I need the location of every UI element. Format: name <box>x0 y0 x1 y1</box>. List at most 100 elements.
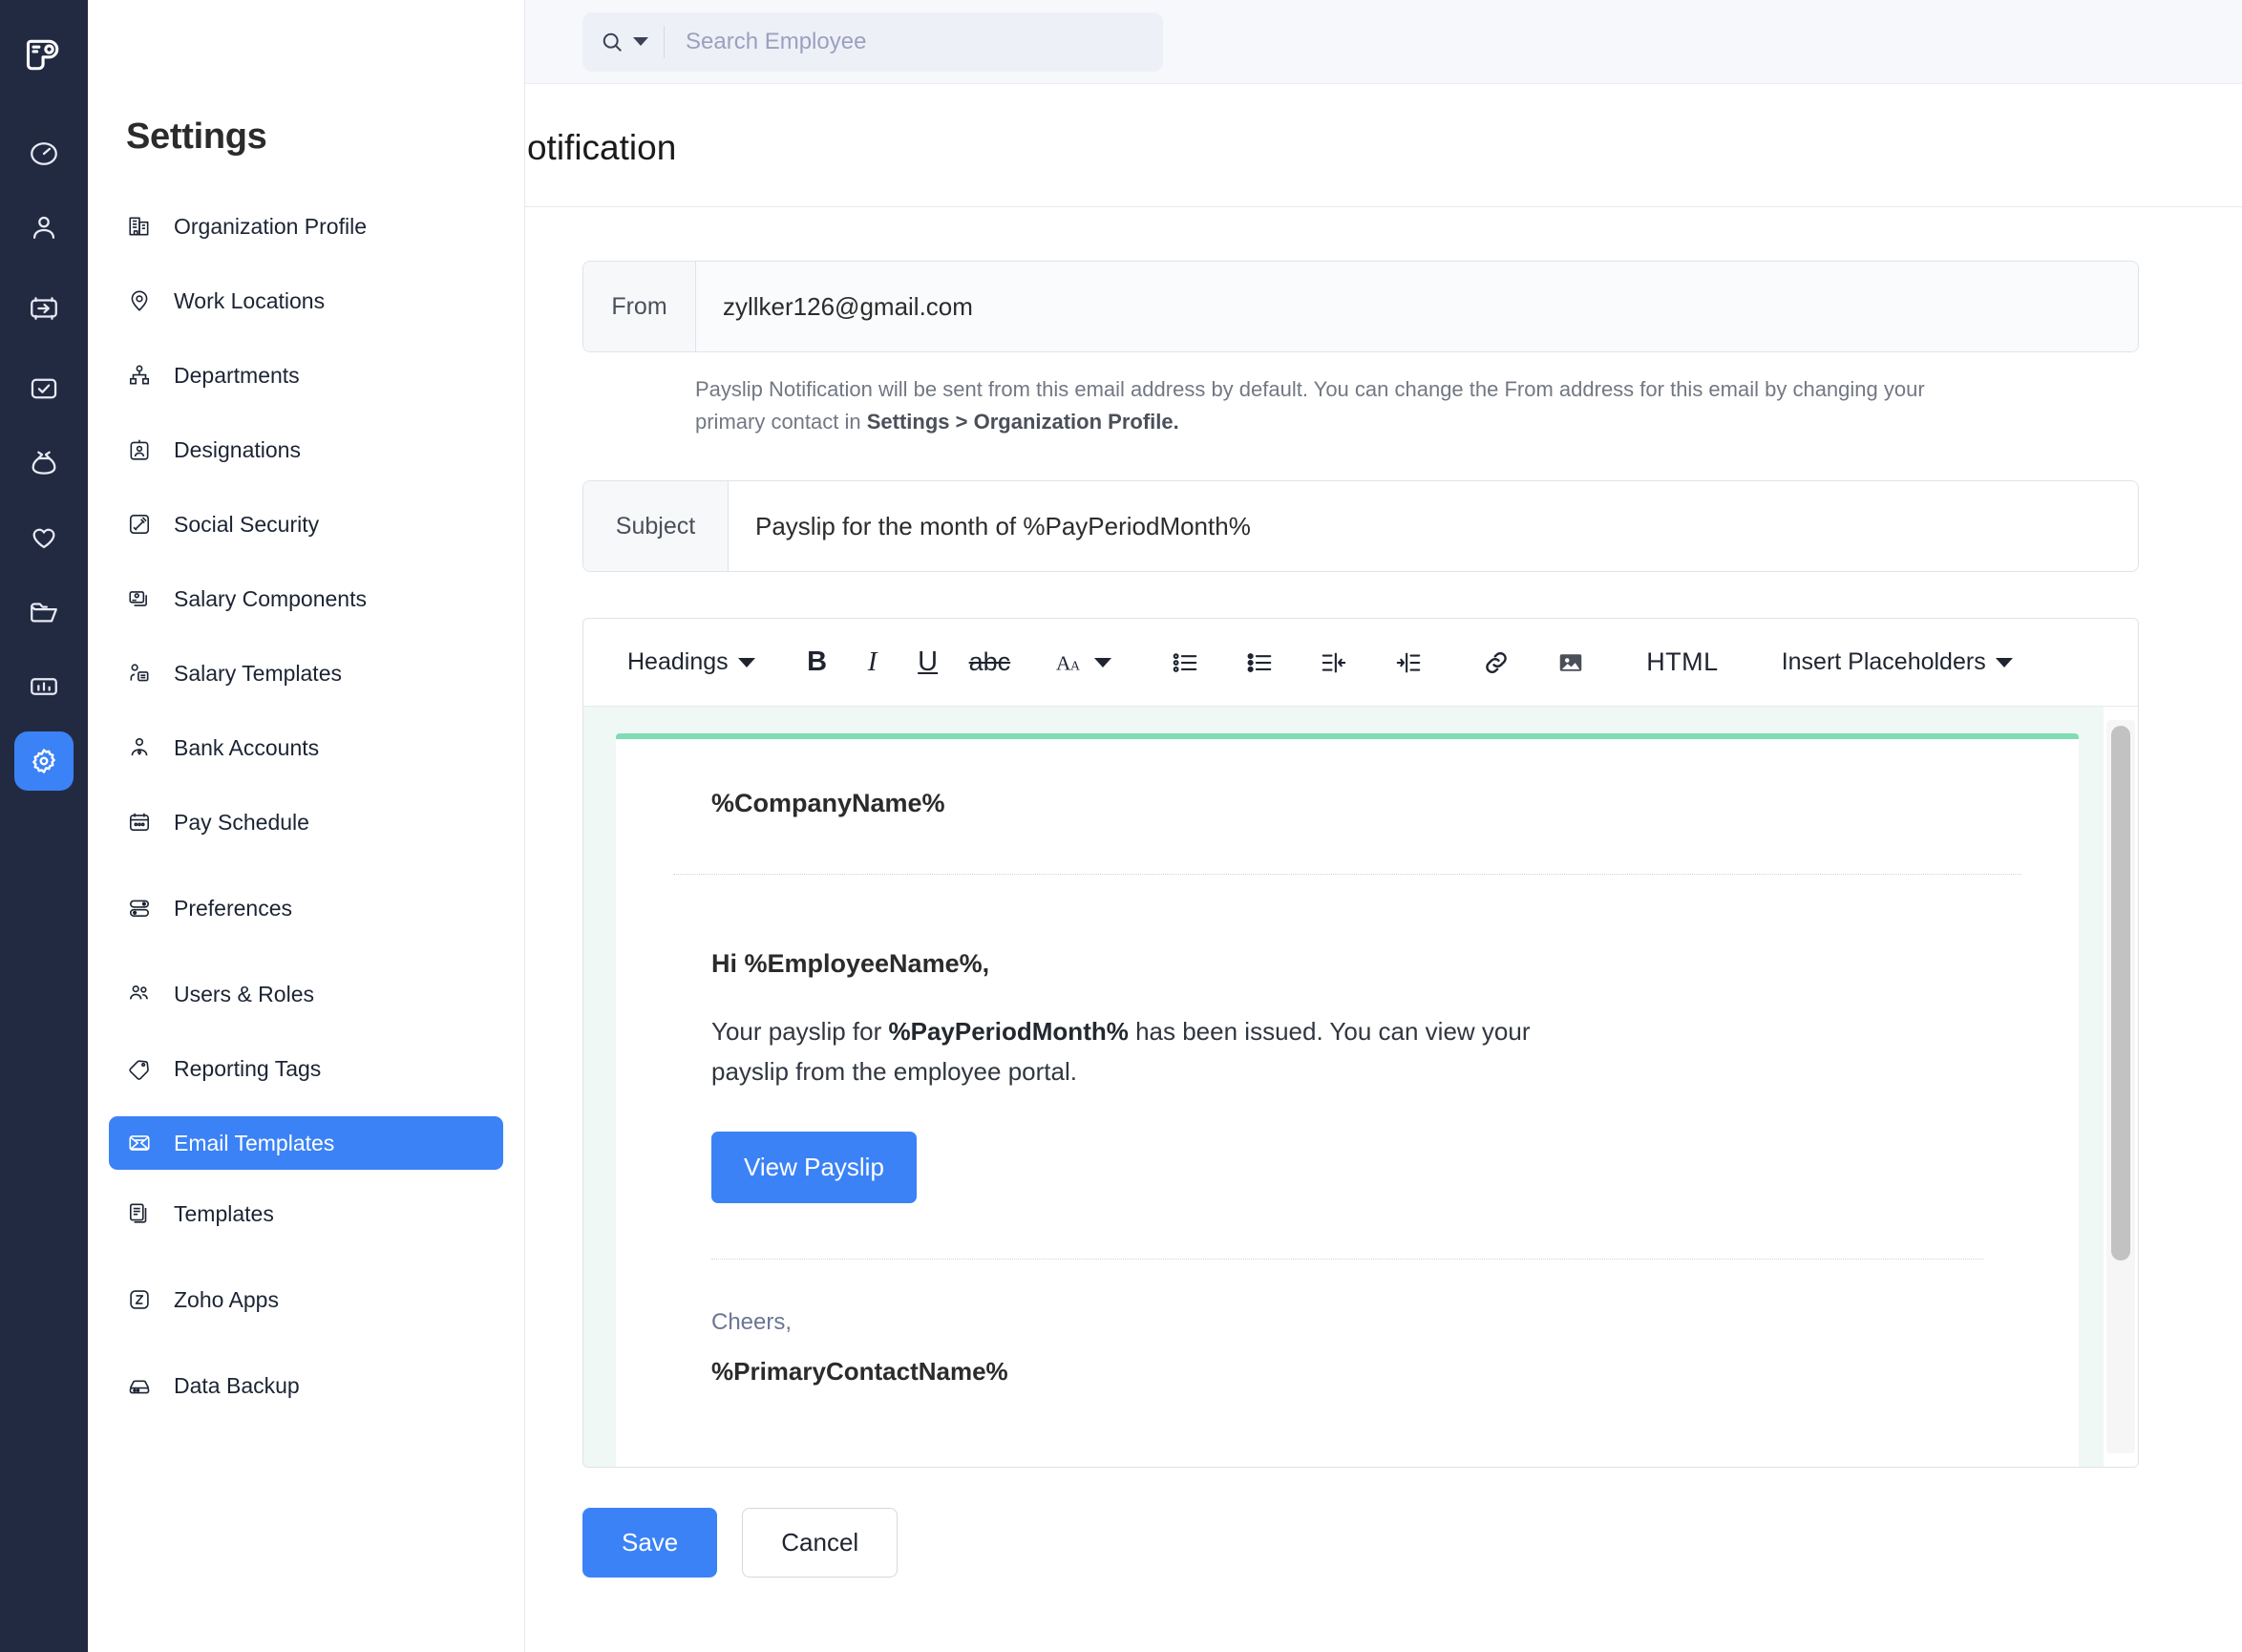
rail-item-employees[interactable] <box>14 199 74 258</box>
top-bar <box>525 0 2242 84</box>
benefits-heart-icon <box>28 521 60 554</box>
numbered-list-button[interactable] <box>1232 633 1287 692</box>
sidebar-item-label: Salary Templates <box>174 661 342 687</box>
chevron-down-icon <box>738 658 755 667</box>
sidebar-item-organization-profile[interactable]: Organization Profile <box>109 200 503 253</box>
subject-field-label: Subject <box>583 481 729 571</box>
html-source-button[interactable]: HTML <box>1631 633 1734 692</box>
pay-runs-arrow-box-icon <box>28 292 60 325</box>
sidebar-item-data-backup[interactable]: Data Backup <box>109 1359 503 1412</box>
insert-link-button[interactable] <box>1469 633 1524 692</box>
people-group-icon <box>126 981 153 1007</box>
sidebar-item-work-locations[interactable]: Work Locations <box>109 274 503 328</box>
sidebar-item-preferences[interactable]: Preferences <box>109 881 503 935</box>
subject-input[interactable] <box>729 481 2138 571</box>
scrollbar-thumb[interactable] <box>2111 726 2130 1260</box>
page-title: Edit template for Payslip Notification <box>525 128 676 168</box>
settings-sidebar: Settings Organization Profile Work Locat… <box>88 0 525 1652</box>
rail-item-benefits[interactable] <box>14 508 74 567</box>
sidebar-item-label: Social Security <box>174 512 319 538</box>
cancel-button[interactable]: Cancel <box>742 1508 898 1578</box>
headings-dropdown[interactable]: Headings <box>612 633 771 692</box>
sidebar-item-label: Templates <box>174 1201 274 1227</box>
building-icon <box>126 213 153 240</box>
employees-person-icon <box>28 212 60 244</box>
tag-icon <box>126 1055 153 1082</box>
sidebar-item-label: Work Locations <box>174 288 325 314</box>
rail-item-pay-runs[interactable] <box>14 279 74 338</box>
rail-item-reports[interactable] <box>14 657 74 716</box>
from-helper-link: Settings > Organization Profile. <box>867 410 1179 434</box>
search-input[interactable] <box>665 29 1146 55</box>
indent-icon <box>1394 648 1423 677</box>
from-field-value[interactable]: zyllker126@gmail.com <box>696 262 2138 351</box>
rail-item-settings[interactable] <box>14 731 74 791</box>
sidebar-item-label: Users & Roles <box>174 982 314 1007</box>
rail-item-documents[interactable] <box>14 582 74 642</box>
sidebar-item-salary-templates[interactable]: Salary Templates <box>109 646 503 700</box>
svg-text:A: A <box>1056 651 1071 674</box>
bold-button[interactable]: B <box>790 633 845 692</box>
app-logo[interactable] <box>0 15 88 95</box>
person-tie-icon <box>126 734 153 761</box>
sidebar-item-zoho-apps[interactable]: Zoho Apps <box>109 1273 503 1326</box>
from-field-row: From zyllker126@gmail.com <box>582 261 2139 352</box>
rail-item-approvals[interactable] <box>14 359 74 418</box>
bulleted-list-button[interactable] <box>1157 633 1213 692</box>
sidebar-item-social-security[interactable]: Social Security <box>109 498 503 551</box>
editor-toolbar: Headings B I U <box>583 619 2138 707</box>
rail-item-dashboard[interactable] <box>14 124 74 183</box>
sidebar-item-reporting-tags[interactable]: Reporting Tags <box>109 1042 503 1095</box>
from-helper-text: Payslip Notification will be sent from t… <box>582 352 1986 438</box>
reports-bar-chart-icon <box>28 670 60 703</box>
numbered-list-icon <box>1245 648 1274 677</box>
form-actions: Save Cancel <box>525 1468 2242 1578</box>
sidebar-item-templates[interactable]: Templates <box>109 1187 503 1240</box>
page-header: Edit template for Payslip Notification <box>525 84 2242 207</box>
settings-gear-icon <box>27 744 61 778</box>
sidebar-item-bank-accounts[interactable]: Bank Accounts <box>109 721 503 774</box>
sidebar-item-departments[interactable]: Departments <box>109 349 503 402</box>
editor-body[interactable]: %CompanyName% Hi %EmployeeName%, Your pa… <box>583 707 2138 1467</box>
search-bar[interactable] <box>582 12 1163 72</box>
scrollbar-track[interactable] <box>2106 720 2135 1453</box>
calendar-dots-icon <box>126 809 153 836</box>
sidebar-item-salary-components[interactable]: Salary Components <box>109 572 503 625</box>
sidebar-item-label: Preferences <box>174 896 292 921</box>
font-family-dropdown[interactable]: AA <box>1043 633 1125 692</box>
outdent-button[interactable] <box>1306 633 1362 692</box>
email-preview-canvas[interactable]: %CompanyName% Hi %EmployeeName%, Your pa… <box>583 707 2104 1467</box>
save-button[interactable]: Save <box>582 1508 717 1578</box>
rail-item-loans[interactable] <box>14 434 74 493</box>
search-scope-dropdown[interactable] <box>600 30 664 54</box>
insert-placeholders-label: Insert Placeholders <box>1782 648 1986 676</box>
underline-label: U <box>918 646 938 678</box>
sidebar-item-designations[interactable]: Designations <box>109 423 503 477</box>
insert-image-button[interactable] <box>1543 633 1598 692</box>
loans-money-bag-icon <box>28 447 60 479</box>
approvals-check-box-icon <box>28 372 60 405</box>
primary-icon-rail <box>0 0 88 1652</box>
map-pin-icon <box>126 287 153 314</box>
cards-stack-icon <box>126 585 153 612</box>
email-card: %CompanyName% Hi %EmployeeName%, Your pa… <box>616 733 2079 1467</box>
settings-title: Settings <box>88 0 524 200</box>
sidebar-item-label: Data Backup <box>174 1373 300 1399</box>
underline-button[interactable]: U <box>900 633 956 692</box>
view-payslip-button[interactable]: View Payslip <box>711 1132 917 1203</box>
email-cheers: Cheers, <box>673 1260 2021 1336</box>
insert-placeholders-dropdown[interactable]: Insert Placeholders <box>1766 633 2028 692</box>
sidebar-item-label: Departments <box>174 363 300 389</box>
bold-label: B <box>807 646 827 678</box>
italic-button[interactable]: I <box>845 633 900 692</box>
sidebar-item-label: Pay Schedule <box>174 810 309 836</box>
sidebar-item-email-templates[interactable]: Email Templates <box>109 1116 503 1170</box>
sidebar-item-users-roles[interactable]: Users & Roles <box>109 967 503 1021</box>
editor-scrollbar[interactable] <box>2104 707 2138 1467</box>
dashboard-speedometer-icon <box>28 138 60 170</box>
indent-button[interactable] <box>1381 633 1436 692</box>
strikethrough-button[interactable]: abc <box>956 633 1025 692</box>
sidebar-item-pay-schedule[interactable]: Pay Schedule <box>109 795 503 849</box>
payroll-logo-icon <box>23 34 65 76</box>
id-badge-icon <box>126 436 153 463</box>
